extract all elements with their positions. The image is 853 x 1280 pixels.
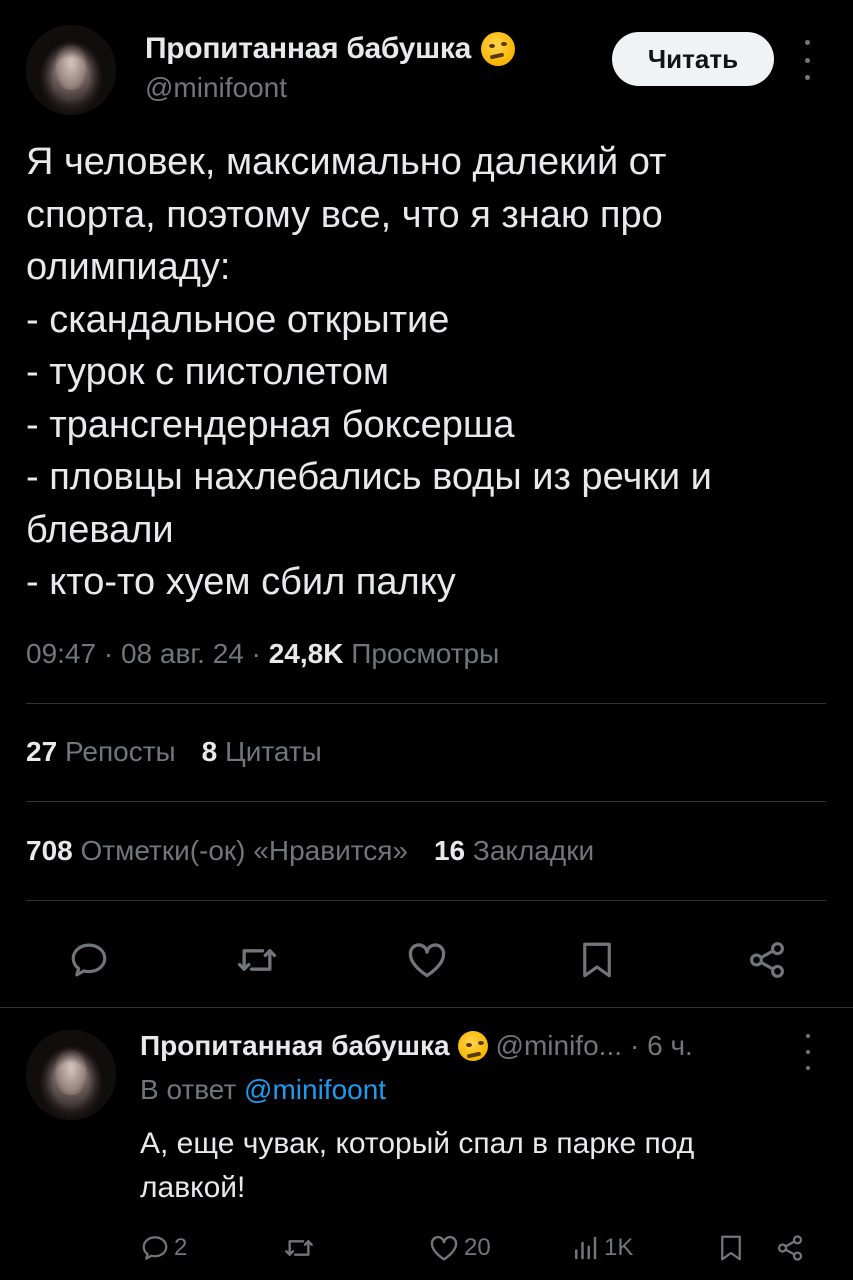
reply-icon	[142, 1236, 168, 1260]
tweet-text-line: - трансгендерная боксерша	[26, 403, 515, 446]
divider	[26, 900, 826, 901]
tweet-text-line: - кто-то хуем сбил палку	[26, 561, 456, 603]
views-label: Просмотры	[351, 638, 500, 669]
quotes-link[interactable]: 8 Цитаты	[202, 736, 322, 767]
reply-text-line: лавкой!	[140, 1171, 246, 1204]
woozy-face-emoji-icon	[457, 1031, 488, 1061]
avatar-hair	[26, 1030, 116, 1120]
reposts-link[interactable]: 27 Репосты	[26, 736, 176, 767]
reply-author-avatar[interactable]	[26, 1030, 116, 1120]
avatar-hair	[26, 25, 116, 115]
likes-link[interactable]: 708 Отметки(-ок) «Нравится»	[26, 835, 408, 866]
tweet-text-line: олимпиаду:	[26, 246, 231, 288]
tweet-text-line: Я человек, максимально далекий от	[26, 141, 667, 183]
reply-bookmark-button[interactable]	[716, 1228, 746, 1268]
tweet-text-line: - пловцы нахлебались воды из речки и	[26, 456, 712, 498]
meta-separator: ·	[103, 638, 121, 669]
more-options-icon[interactable]	[795, 40, 819, 80]
tweet-time[interactable]: 09:47	[26, 638, 96, 669]
reply-replies-count: 2	[174, 1234, 188, 1261]
quotes-count: 8	[201, 736, 218, 767]
bookmark-icon	[721, 1235, 741, 1261]
author-avatar[interactable]	[26, 25, 116, 115]
reply-to-line: В ответ @minifoont	[140, 1074, 386, 1106]
repost-stats: 27 Репосты 8 Цитаты	[26, 736, 322, 768]
reply-retweet-button[interactable]	[283, 1228, 315, 1268]
woozy-face-emoji-icon	[480, 32, 515, 66]
tweet-text-line: спорта, поэтому все, что я знаю про	[26, 193, 663, 236]
views-icon	[575, 1236, 597, 1260]
retweet-icon[interactable]	[232, 935, 282, 985]
reply-views-count: 1K	[604, 1234, 634, 1261]
heart-icon	[430, 1235, 458, 1261]
reply-icon[interactable]	[64, 935, 114, 985]
tweet-header: Пропитанная бабушка @minifoont Читать	[0, 0, 853, 130]
reply-action-bar: 2 20 1K	[0, 1228, 853, 1268]
bookmarks-count: 16	[433, 835, 466, 866]
section-divider	[0, 1007, 853, 1008]
reposts-count: 27	[26, 736, 58, 767]
reply-share-button[interactable]	[775, 1228, 805, 1268]
share-icon[interactable]	[742, 935, 792, 985]
bookmarks-label: Закладки	[472, 835, 595, 866]
tweet-text-line: блевали	[26, 508, 174, 551]
likes-count: 708	[26, 835, 73, 866]
tweet-text-line: - турок с пистолетом	[26, 351, 389, 393]
author-name-line: Пропитанная бабушка	[145, 32, 515, 66]
reply-reply-button[interactable]: 2	[140, 1228, 187, 1268]
reply-text: А, еще чувак, который спал в парке под л…	[140, 1122, 820, 1210]
author-handle[interactable]: @minifoont	[145, 72, 287, 104]
follow-button[interactable]: Читать	[612, 32, 774, 86]
tweet-meta: 09:47 · 08 авг. 24 · 24,8K Просмотры	[26, 638, 499, 670]
reply-author-name[interactable]: Пропитанная бабушка	[140, 1030, 450, 1062]
heart-icon[interactable]	[402, 935, 452, 985]
reply-like-button[interactable]: 20	[428, 1228, 491, 1268]
reply-views-button[interactable]: 1K	[570, 1228, 633, 1268]
bookmarks-link[interactable]: 16 Закладки	[434, 835, 594, 866]
tweet-text: Я человек, максимально далекий от спорта…	[26, 136, 826, 609]
retweet-icon	[285, 1240, 313, 1256]
meta-separator: ·	[251, 638, 269, 669]
tweet-date[interactable]: 08 авг. 24	[121, 638, 244, 669]
tweet-action-bar	[0, 925, 853, 995]
likes-label: Отметки(-ок) «Нравится»	[80, 835, 408, 866]
bookmark-icon[interactable]	[572, 935, 622, 985]
divider	[26, 801, 826, 802]
like-stats: 708 Отметки(-ок) «Нравится» 16 Закладки	[26, 835, 594, 867]
reply-author-handle[interactable]: @minifo...	[496, 1030, 622, 1062]
author-name[interactable]: Пропитанная бабушка	[145, 32, 471, 66]
views-count: 24,8K	[268, 638, 344, 669]
divider	[26, 703, 826, 704]
reply-text-line: А, еще чувак, который спал в парке под	[140, 1127, 695, 1160]
share-icon	[777, 1235, 803, 1261]
reposts-label: Репосты	[64, 736, 176, 767]
reply-to-label: В ответ	[140, 1074, 237, 1105]
reply-to-mention[interactable]: @minifoont	[244, 1074, 386, 1105]
reply-likes-count: 20	[464, 1234, 491, 1261]
reply-more-options-icon[interactable]	[798, 1034, 818, 1070]
tweet-text-line: - скандальное открытие	[26, 298, 450, 341]
reply-time[interactable]: · 6 ч.	[630, 1030, 693, 1062]
quotes-label: Цитаты	[225, 736, 322, 767]
reply-header: Пропитанная бабушка @minifo... · 6 ч.	[140, 1030, 693, 1062]
